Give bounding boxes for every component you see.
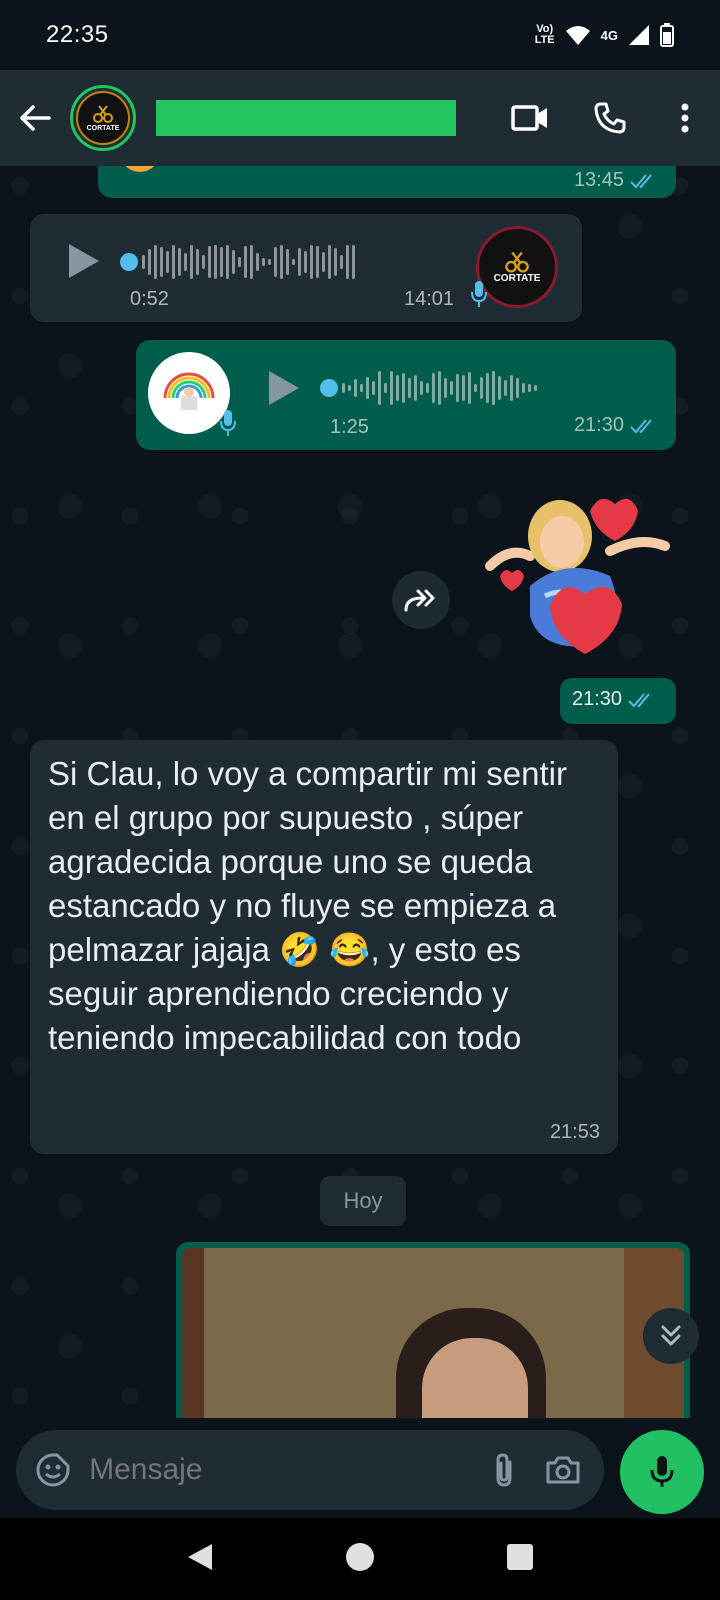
- avatar-label: CORTATE: [86, 124, 120, 132]
- battery-icon: [660, 23, 674, 47]
- voice-duration: 0:52: [130, 288, 169, 310]
- message-time: 21:30: [573, 414, 624, 436]
- message-bubble-out[interactable]: 13:45: [98, 166, 676, 198]
- forward-icon: [404, 589, 435, 612]
- waveform: [142, 242, 355, 282]
- attach-icon: [496, 1453, 512, 1487]
- more-options-button[interactable]: [650, 70, 720, 166]
- network-type: 4G: [600, 27, 618, 43]
- mic-icon: [650, 1456, 674, 1487]
- play-icon: [69, 244, 99, 278]
- play-icon: [269, 371, 299, 405]
- forward-button[interactable]: [392, 571, 450, 629]
- scissors-logo-icon: [505, 251, 529, 273]
- progress-dot[interactable]: [320, 379, 338, 397]
- message-time: 21:30: [572, 688, 623, 710]
- waveform: [342, 368, 537, 408]
- sticker-icon: [36, 1453, 70, 1487]
- message-text: Si Clau, lo voy a compartir mi sentir en…: [48, 755, 567, 1056]
- date-separator: Hoy: [320, 1176, 406, 1226]
- volte-indicator: Vo) LTE: [534, 23, 555, 46]
- voice-message-out[interactable]: 1:25 21:30: [136, 340, 676, 450]
- message-meta: 21:30: [574, 414, 658, 437]
- emoji-partial: [120, 166, 160, 172]
- progress-dot[interactable]: [120, 253, 138, 271]
- voice-progress[interactable]: [120, 242, 355, 282]
- scroll-to-bottom-button[interactable]: [643, 1308, 699, 1364]
- read-ticks-icon: [630, 418, 652, 433]
- system-nav-bar: [0, 1518, 720, 1600]
- read-ticks-icon: [628, 692, 650, 707]
- read-ticks-icon: [630, 173, 652, 188]
- sticker-message[interactable]: [470, 476, 680, 666]
- avatar-logo: CORTATE: [76, 91, 130, 145]
- video-call-button[interactable]: [490, 70, 570, 166]
- nav-back-icon: [187, 1543, 212, 1570]
- image-door-edge: [182, 1248, 204, 1418]
- voice-sender-avatar: [148, 352, 236, 436]
- chat-area[interactable]: 13:45 0:52 14:01 CORTATE 1:25 21:30 21:3…: [0, 166, 720, 1418]
- message-input-container: [16, 1430, 604, 1510]
- contact-name[interactable]: [156, 100, 456, 136]
- text-message-in[interactable]: Si Clau, lo voy a compartir mi sentir en…: [30, 740, 618, 1154]
- camera-button[interactable]: [534, 1455, 592, 1485]
- status-time: 22:35: [46, 21, 109, 48]
- voice-message-in[interactable]: 0:52 14:01 CORTATE: [30, 214, 582, 322]
- mic-icon: [220, 410, 236, 436]
- voice-progress[interactable]: [320, 368, 537, 408]
- avatar-label: CORTATE: [493, 272, 541, 284]
- voice-call-button[interactable]: [570, 70, 650, 166]
- image-message-out[interactable]: [176, 1242, 690, 1418]
- header-actions: [490, 70, 720, 166]
- play-button[interactable]: [64, 241, 104, 281]
- attach-button[interactable]: [475, 1452, 533, 1488]
- scissors-logo-icon: [93, 104, 113, 123]
- chevron-double-down-icon: [661, 1325, 681, 1346]
- rainbow-avatar-icon: [163, 372, 215, 410]
- phone-icon: [594, 102, 626, 134]
- nav-home-button[interactable]: [345, 1542, 375, 1577]
- message-meta: 13:45: [574, 169, 658, 192]
- nav-home-icon: [345, 1542, 374, 1571]
- play-button[interactable]: [264, 368, 304, 408]
- status-icons: Vo) LTE 4G: [535, 23, 674, 47]
- voice-duration: 1:25: [330, 416, 369, 438]
- nav-recents-icon: [507, 1543, 534, 1570]
- nav-back-button[interactable]: [186, 1542, 214, 1577]
- camera-icon: [546, 1456, 580, 1484]
- input-bar: [0, 1418, 720, 1518]
- sticker-time-chip: 21:30: [560, 678, 676, 724]
- image-thumbnail[interactable]: [182, 1248, 684, 1418]
- sticker-button[interactable]: [16, 1452, 89, 1488]
- status-bar: 22:35 Vo) LTE 4G: [0, 0, 720, 70]
- voice-sender-avatar: CORTATE: [471, 226, 558, 308]
- chat-header: CORTATE: [0, 70, 720, 166]
- nav-recents-button[interactable]: [506, 1543, 534, 1576]
- message-time: 14:01: [404, 288, 455, 310]
- avatar-hearts-sticker-icon: [485, 498, 670, 654]
- message-meta: 21:30: [572, 688, 656, 711]
- wifi-icon: [565, 26, 590, 45]
- signal-icon: [629, 25, 649, 45]
- contact-avatar[interactable]: CORTATE: [70, 85, 136, 151]
- mic-icon: [471, 281, 487, 307]
- message-input[interactable]: [89, 1453, 476, 1487]
- message-time: 13:45: [573, 169, 624, 191]
- more-vert-icon: [681, 103, 689, 133]
- video-call-icon: [511, 105, 547, 131]
- back-button[interactable]: [0, 70, 70, 166]
- back-arrow-icon: [20, 105, 51, 131]
- message-time: 21:53: [549, 1121, 600, 1143]
- voice-record-button[interactable]: [620, 1430, 704, 1514]
